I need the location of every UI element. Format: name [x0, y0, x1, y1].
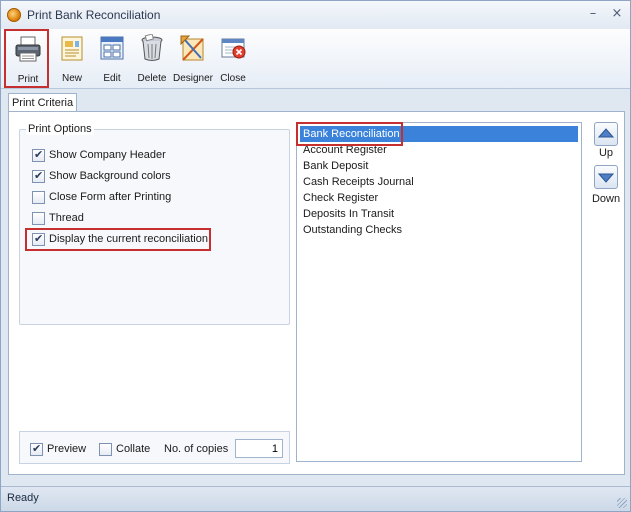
move-up-label: Up	[598, 147, 614, 159]
preview-checkbox[interactable]	[30, 442, 43, 456]
printer-icon	[15, 36, 41, 62]
report-list-item[interactable]: Outstanding Checks	[300, 222, 578, 238]
designer-icon	[180, 35, 204, 61]
status-bar: Ready	[1, 486, 630, 511]
output-options-group: Preview Collate No. of copies	[19, 431, 290, 464]
thread-label: Thread	[49, 212, 84, 224]
preview-label: Preview	[47, 443, 87, 455]
designer-button[interactable]: Designer	[173, 32, 213, 86]
edit-icon	[100, 36, 124, 60]
print-options-legend: Print Options	[26, 123, 94, 135]
arrow-down-icon	[597, 173, 615, 183]
app-icon	[7, 8, 21, 22]
delete-button[interactable]: Delete	[132, 32, 172, 86]
tab-print-criteria[interactable]: Print Criteria	[8, 93, 77, 112]
title-bar: Print Bank Reconciliation – ×	[1, 1, 630, 29]
status-text: Ready	[7, 492, 39, 504]
close-button[interactable]: Close	[213, 32, 253, 86]
close-form-after-printing-label: Close Form after Printing	[49, 191, 172, 203]
report-list-item[interactable]: Deposits In Transit	[300, 206, 578, 222]
move-down-label: Down	[591, 193, 621, 205]
move-down-button[interactable]	[594, 165, 618, 189]
show-company-header-label: Show Company Header	[49, 149, 166, 161]
show-background-colors-label: Show Background colors	[49, 170, 171, 182]
close-window-icon	[221, 38, 246, 59]
display-current-reconciliation-highlight	[25, 228, 211, 251]
print-criteria-panel: Print Options Show Company Header Show B…	[8, 111, 625, 475]
collate-label: Collate	[116, 443, 151, 455]
report-list-item[interactable]: Check Register	[300, 190, 578, 206]
report-list-item[interactable]: Bank Deposit	[300, 158, 578, 174]
close-form-after-printing-checkbox[interactable]	[32, 191, 45, 204]
new-button[interactable]: New	[52, 32, 92, 86]
print-button-label: Print	[17, 74, 39, 85]
show-background-colors-checkbox[interactable]	[32, 169, 45, 183]
copies-input[interactable]	[235, 439, 283, 458]
trash-icon	[141, 34, 163, 61]
show-company-header-checkbox[interactable]	[32, 148, 45, 162]
copies-label: No. of copies	[164, 443, 229, 455]
resize-grip[interactable]	[617, 498, 627, 508]
print-options-group: Print Options Show Company Header Show B…	[19, 123, 290, 325]
edit-button[interactable]: Edit	[92, 32, 132, 86]
window-title: Print Bank Reconciliation	[27, 8, 161, 22]
minimize-button[interactable]: –	[584, 6, 602, 22]
collate-checkbox[interactable]	[99, 443, 112, 456]
report-list[interactable]: Bank Reconciliation Account Register Ban…	[296, 122, 582, 462]
move-up-button[interactable]	[594, 122, 618, 146]
report-list-item[interactable]: Cash Receipts Journal	[300, 174, 578, 190]
arrow-up-icon	[597, 128, 615, 138]
thread-checkbox[interactable]	[32, 212, 45, 225]
print-bank-reconciliation-window: Print Bank Reconciliation – × Print New …	[0, 0, 631, 512]
toolbar: Print New Edit Delete Designer Close	[1, 29, 630, 89]
close-button-label: Close	[220, 73, 246, 84]
close-window-button[interactable]: ×	[608, 6, 626, 22]
print-button[interactable]: Print	[4, 29, 49, 88]
new-document-icon	[61, 36, 83, 61]
bank-reconciliation-highlight	[296, 122, 403, 146]
